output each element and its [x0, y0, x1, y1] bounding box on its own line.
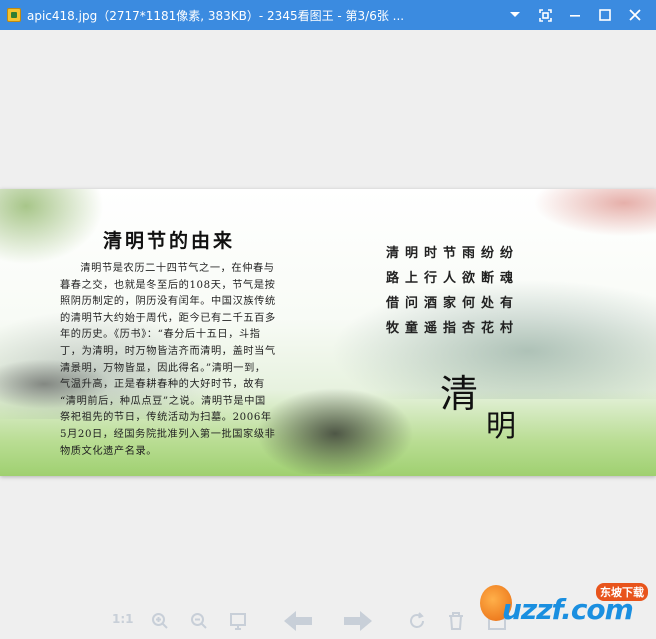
close-icon[interactable] [620, 0, 650, 30]
watermark-text: uzzf.com [502, 593, 634, 626]
zoom-out-icon[interactable] [190, 612, 208, 630]
body-line: “清明前后，种瓜点豆”之说。清明节是中国 [60, 395, 266, 407]
maximize-icon[interactable] [590, 0, 620, 30]
willow-decoration [0, 189, 110, 269]
body-line: 丁，为清明，时万物皆洁齐而清明，盖时当气 [60, 345, 276, 357]
image-poem: 清明时节雨纷纷 路上行人欲断魂 借问酒家何处有 牧童遥指杏花村 [386, 241, 519, 341]
zoom-in-icon[interactable] [151, 612, 169, 630]
poem-line: 路上行人欲断魂 [386, 271, 520, 286]
body-line: 5月20日，经国务院批准列入第一批国家级非 [60, 428, 276, 440]
image-body-text: 清明节是农历二十四节气之一，在仲春与 暮春之交，也就是冬至后的108天，节气是按… [60, 261, 350, 460]
body-line: 照阴历制定的，阴历没有闰年。中国汉族传统 [60, 296, 276, 308]
menu-down-icon[interactable] [500, 0, 530, 30]
watermark-logo: 东坡下载 uzzf.com [478, 575, 656, 639]
poem-line: 借问酒家何处有 [386, 296, 520, 311]
delete-icon[interactable] [448, 612, 464, 630]
title-bar: apic418.jpg（2717*1181像素, 383KB）- 2345看图王… [0, 0, 656, 30]
rotate-icon[interactable] [408, 612, 426, 630]
body-line: 清景明，万物皆显，因此得名。”清明一到， [60, 362, 266, 374]
fullscreen-icon[interactable] [530, 0, 560, 30]
body-line: 祭祀祖先的节日，传统活动为扫墓。2006年 [60, 412, 272, 424]
image-viewer[interactable]: 清明节的由来 清明节是农历二十四节气之一，在仲春与 暮春之交，也就是冬至后的10… [0, 30, 656, 610]
calligraphy-char-ming: 明 [486, 409, 516, 444]
app-icon [7, 8, 21, 22]
fit-window-icon[interactable] [229, 612, 247, 630]
body-line: 年的历史。《历书》：“春分后十五日，斗指 [60, 329, 261, 341]
body-line: 的清明节大约始于周代，距今已有二千五百多 [60, 312, 276, 324]
body-line: 物质文化遗产名录。 [60, 445, 158, 457]
image-heading: 清明节的由来 [103, 230, 236, 252]
body-line: 清明节是农历二十四节气之一，在仲春与 [80, 263, 275, 274]
poem-line: 清明时节雨纷纷 [386, 246, 520, 261]
displayed-image: 清明节的由来 清明节是农历二十四节气之一，在仲春与 暮春之交，也就是冬至后的10… [0, 189, 656, 476]
minimize-icon[interactable] [560, 0, 590, 30]
body-line: 气温升高，正是春耕春种的大好时节，故有 [60, 379, 265, 391]
blossom-decoration [526, 189, 656, 239]
window-title: apic418.jpg（2717*1181像素, 383KB）- 2345看图王… [27, 8, 405, 23]
next-arrow-icon[interactable] [342, 610, 374, 632]
previous-arrow-icon[interactable] [282, 610, 314, 632]
actual-size-button[interactable]: 1:1 [112, 612, 134, 626]
calligraphy-char-qing: 清 [440, 372, 479, 416]
poem-line: 牧童遥指杏花村 [386, 321, 520, 336]
body-line: 暮春之交，也就是冬至后的108天，节气是按 [60, 279, 276, 291]
